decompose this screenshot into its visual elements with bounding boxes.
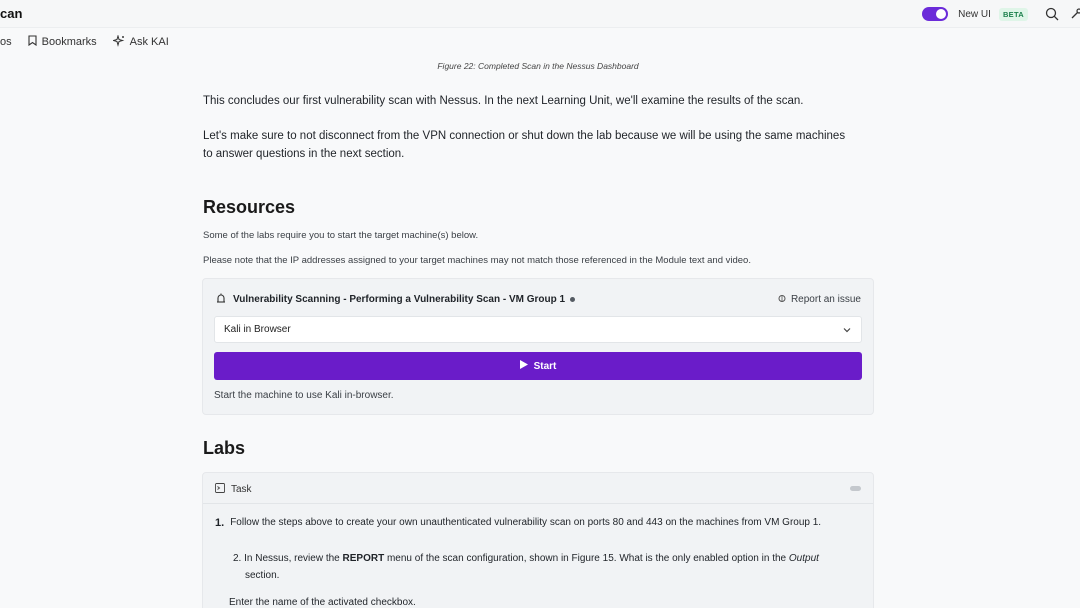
- question-1-number: 1.: [215, 517, 225, 529]
- page-title: can: [0, 6, 23, 21]
- vm-card: Vulnerability Scanning - Performing a Vu…: [202, 278, 874, 415]
- new-ui-toggle[interactable]: [922, 7, 949, 21]
- labs-heading: Labs: [203, 438, 246, 458]
- resources-heading: Resources: [203, 197, 296, 217]
- task-card: Task 1. Follow the steps above to create…: [202, 472, 874, 608]
- report-issue-label: Report an issue: [790, 294, 861, 305]
- start-machine-button[interactable]: Start: [214, 352, 862, 380]
- vm-status-dot: [570, 297, 576, 302]
- question-2-bold: REPORT: [342, 553, 385, 564]
- task-label: Task: [231, 484, 252, 495]
- question-3-prompt: Enter the name of the activated checkbox…: [229, 597, 416, 608]
- top-bar-actions: New UI BETA: [922, 6, 1080, 22]
- vm-platform-select[interactable]: Kali in Browser: [214, 316, 862, 343]
- paragraph-conclusion: This concludes our first vulnerability s…: [203, 95, 804, 107]
- subnav-item-label: Ask KAI: [129, 36, 169, 48]
- paragraph-vpn-line1: Let's make sure to not disconnect from t…: [203, 130, 846, 142]
- subnav-item-ask-kai[interactable]: Ask KAI: [111, 33, 169, 50]
- question-2: 2. In Nessus, review the REPORT menu of …: [233, 550, 843, 584]
- resources-note-1: Some of the labs require you to start th…: [203, 230, 479, 241]
- search-icon[interactable]: [1044, 6, 1060, 22]
- figure-caption: Figure 22: Completed Scan in the Nessus …: [437, 61, 639, 71]
- vm-icon: [216, 293, 226, 306]
- subnav-item-bookmarks[interactable]: Bookmarks: [28, 35, 97, 49]
- task-label-wrap: Task: [215, 483, 252, 496]
- question-2-text-mid: menu of the scan configuration, shown in…: [386, 553, 787, 564]
- start-label: Start: [533, 360, 557, 372]
- terminal-icon: [215, 483, 225, 496]
- question-2-italic: Output: [788, 553, 819, 564]
- sparkle-icon: [111, 33, 125, 50]
- vm-title: Vulnerability Scanning - Performing a Vu…: [233, 294, 566, 305]
- question-2-text-post: section.: [245, 570, 280, 581]
- collapse-toggle[interactable]: [850, 486, 861, 491]
- question-2-text-pre: In Nessus, review the: [244, 553, 340, 564]
- new-ui-label: New UI: [958, 8, 991, 20]
- top-bar: can New UI BETA: [0, 0, 1080, 28]
- paragraph-vpn-line2: to answer questions in the next section.: [203, 148, 405, 160]
- subnav-item-truncated[interactable]: os: [0, 36, 12, 48]
- select-value: Kali in Browser: [224, 324, 291, 335]
- question-2-number: 2.: [233, 553, 242, 564]
- question-1: 1. Follow the steps above to create your…: [215, 517, 821, 529]
- subnav-item-label: os: [0, 36, 12, 48]
- subnav-item-label: Bookmarks: [41, 36, 97, 48]
- chevron-down-icon: [842, 325, 852, 338]
- task-header[interactable]: Task: [203, 473, 873, 504]
- report-issue-link[interactable]: Report an issue: [777, 293, 861, 306]
- bookmark-icon: [28, 35, 37, 49]
- play-icon: [519, 360, 528, 372]
- resources-note-2: Please note that the IP addresses assign…: [203, 255, 751, 266]
- bug-icon: [777, 293, 787, 306]
- question-1-text: Follow the steps above to create your ow…: [230, 517, 822, 528]
- beta-badge: BETA: [998, 7, 1028, 21]
- tools-icon[interactable]: [1068, 6, 1080, 22]
- vm-card-header: Vulnerability Scanning - Performing a Vu…: [216, 293, 861, 306]
- vm-note: Start the machine to use Kali in-browser…: [214, 390, 394, 401]
- sub-nav: os Bookmarks Ask KAI: [0, 31, 185, 53]
